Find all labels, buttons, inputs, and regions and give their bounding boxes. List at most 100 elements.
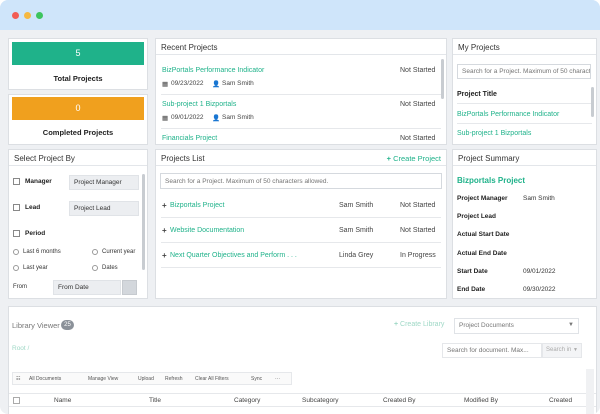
library-scrollbar[interactable] bbox=[586, 369, 594, 414]
my-project-link[interactable]: Sub-project 1 Bizportals bbox=[457, 130, 531, 137]
column-header-name[interactable]: Name bbox=[54, 397, 71, 404]
column-header-modified-by[interactable]: Modified By bbox=[464, 397, 498, 404]
app-window: 5 Total Projects 0 Completed Projects Re… bbox=[0, 0, 600, 414]
library-viewer-panel: Library Viewer 25 + Create Library Proje… bbox=[8, 306, 597, 414]
close-window-button[interactable] bbox=[12, 12, 19, 19]
completed-projects-card[interactable]: 0 Completed Projects bbox=[8, 94, 148, 145]
project-row-link[interactable]: Website Documentation bbox=[170, 227, 244, 234]
scrollbar[interactable] bbox=[591, 87, 594, 117]
row-divider bbox=[161, 267, 441, 268]
projects-list-search-input[interactable] bbox=[160, 173, 442, 189]
expand-icon[interactable]: + bbox=[162, 226, 167, 235]
sync-button[interactable]: Sync bbox=[251, 373, 262, 385]
column-header-created[interactable]: Created bbox=[549, 397, 572, 404]
recent-project-status: Not Started bbox=[400, 67, 436, 74]
title-bar bbox=[0, 0, 600, 30]
recent-project-owner: Sam Smith bbox=[222, 114, 254, 121]
total-projects-card[interactable]: 5 Total Projects bbox=[8, 38, 148, 90]
library-breadcrumb[interactable]: Root / bbox=[12, 345, 29, 352]
project-row-status: In Progress bbox=[400, 252, 436, 259]
projects-list-title: Projects List bbox=[161, 154, 205, 163]
my-projects-panel: My Projects Project Title BizPortals Per… bbox=[452, 38, 597, 145]
scrollbar[interactable] bbox=[142, 174, 145, 270]
create-library-label: Create Library bbox=[400, 321, 445, 328]
library-viewer-title: Library Viewer bbox=[12, 321, 60, 330]
recent-project-link[interactable]: BizPortals Performance Indicator bbox=[162, 67, 264, 74]
manage-view-button[interactable]: Manage View bbox=[88, 373, 118, 385]
period-label: Period bbox=[25, 230, 46, 237]
library-count-badge: 25 bbox=[61, 320, 74, 330]
row-divider bbox=[457, 123, 592, 124]
recent-project-date: 09/23/2022 bbox=[171, 80, 204, 87]
document-search-input[interactable] bbox=[442, 343, 542, 358]
project-title-column: Project Title bbox=[457, 91, 497, 98]
clear-filters-button[interactable]: Clear All Filters bbox=[195, 373, 229, 385]
dates-radio[interactable] bbox=[92, 265, 98, 271]
project-row-owner: Sam Smith bbox=[339, 202, 374, 209]
my-projects-title: My Projects bbox=[458, 43, 500, 52]
recent-project-link[interactable]: Sub-project 1 Bizportals bbox=[162, 101, 236, 108]
panel-divider bbox=[453, 165, 596, 166]
project-row-link[interactable]: Bizportals Project bbox=[170, 202, 224, 209]
project-row-status: Not Started bbox=[400, 202, 436, 209]
expand-icon[interactable]: + bbox=[162, 251, 167, 260]
project-lead-field[interactable]: Project Lead bbox=[69, 201, 139, 216]
manager-checkbox[interactable] bbox=[13, 178, 20, 185]
from-date-field[interactable]: From Date bbox=[53, 280, 121, 295]
row-divider bbox=[161, 242, 441, 243]
summary-field-label: Project Manager bbox=[457, 195, 508, 202]
project-row-owner: Linda Grey bbox=[339, 252, 374, 259]
project-row-status: Not Started bbox=[400, 227, 436, 234]
plus-icon: + bbox=[394, 321, 399, 328]
my-project-link[interactable]: BizPortals Performance Indicator bbox=[457, 111, 559, 118]
upload-button[interactable]: Upload bbox=[138, 373, 154, 385]
column-header-created-by[interactable]: Created By bbox=[383, 397, 416, 404]
create-project-label: Create Project bbox=[393, 154, 441, 163]
row-divider bbox=[457, 103, 592, 104]
view-list-icon[interactable]: ☷ bbox=[16, 373, 20, 385]
calendar-picker-icon[interactable] bbox=[122, 280, 137, 295]
my-projects-search-input[interactable] bbox=[457, 64, 591, 79]
stats-panel: 5 Total Projects 0 Completed Projects bbox=[8, 38, 148, 145]
project-row-link[interactable]: Next Quarter Objectives and Perform . . … bbox=[170, 252, 297, 259]
recent-project-link[interactable]: Financials Project bbox=[162, 135, 217, 142]
user-icon: 👤 bbox=[212, 115, 221, 122]
current-year-radio[interactable] bbox=[92, 249, 98, 255]
library-toolbar: ☷ All Documents Manage View Upload Refre… bbox=[12, 372, 292, 385]
maximize-window-button[interactable] bbox=[36, 12, 43, 19]
summary-field-label: Actual End Date bbox=[457, 250, 507, 257]
row-divider bbox=[161, 217, 441, 218]
create-library-button[interactable]: + Create Library bbox=[394, 321, 444, 328]
column-header-category[interactable]: Category bbox=[234, 397, 260, 404]
last-6-months-radio[interactable] bbox=[13, 249, 19, 255]
expand-icon[interactable]: + bbox=[162, 201, 167, 210]
column-header-title[interactable]: Title bbox=[149, 397, 161, 404]
project-manager-field[interactable]: Project Manager bbox=[69, 175, 139, 190]
chevron-down-icon: ▼ bbox=[573, 347, 578, 353]
create-project-button[interactable]: + Create Project bbox=[387, 154, 441, 163]
calendar-icon: ▦ bbox=[162, 81, 169, 88]
last-6-months-label: Last 6 months bbox=[23, 249, 61, 255]
recent-project-date: 09/01/2022 bbox=[171, 114, 204, 121]
lead-checkbox[interactable] bbox=[13, 204, 20, 211]
all-documents-dropdown[interactable]: All Documents bbox=[29, 373, 61, 385]
scrollbar[interactable] bbox=[441, 59, 444, 99]
summary-field-value: 09/30/2022 bbox=[523, 286, 556, 293]
total-projects-label: Total Projects bbox=[53, 74, 103, 83]
summary-field-value: 09/01/2022 bbox=[523, 268, 556, 275]
more-options-button[interactable]: ··· bbox=[275, 373, 280, 385]
calendar-icon: ▦ bbox=[162, 115, 169, 122]
search-in-button[interactable]: Search in ▼ bbox=[542, 343, 582, 358]
completed-projects-count: 0 bbox=[12, 97, 144, 120]
library-table-header: Name Title Category Subcategory Created … bbox=[9, 393, 596, 407]
select-all-checkbox[interactable] bbox=[13, 397, 20, 404]
column-header-subcategory[interactable]: Subcategory bbox=[302, 397, 339, 404]
search-in-label: Search in bbox=[546, 347, 572, 353]
library-select[interactable]: Project Documents ▼ bbox=[454, 318, 579, 334]
summary-field-label: End Date bbox=[457, 286, 486, 293]
recent-projects-title: Recent Projects bbox=[161, 43, 218, 52]
last-year-radio[interactable] bbox=[13, 265, 19, 271]
refresh-button[interactable]: Refresh bbox=[165, 373, 183, 385]
minimize-window-button[interactable] bbox=[24, 12, 31, 19]
period-checkbox[interactable] bbox=[13, 230, 20, 237]
